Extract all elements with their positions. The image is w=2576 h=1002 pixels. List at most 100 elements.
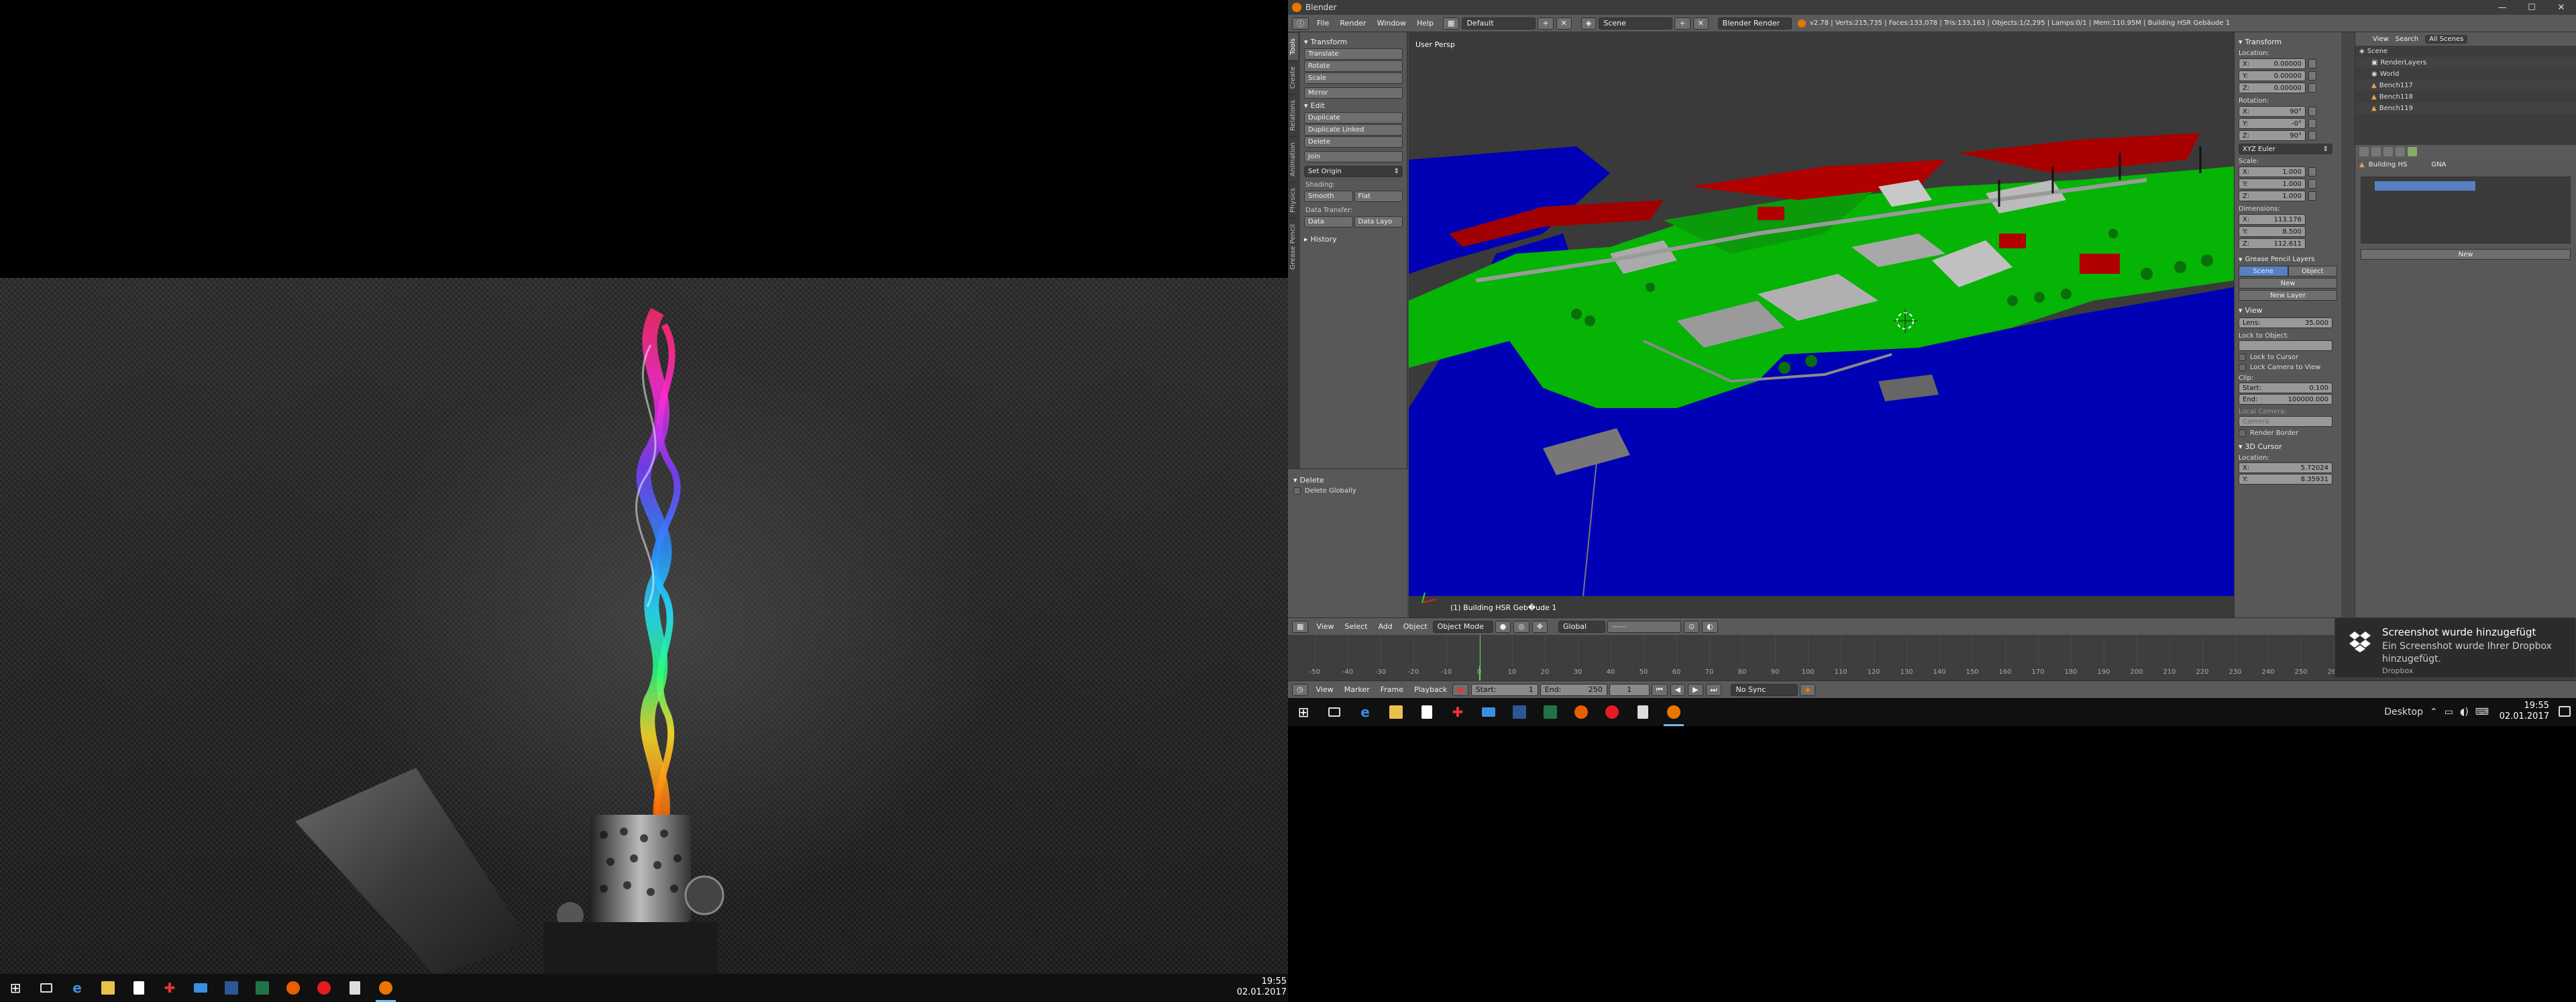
- lock-icon[interactable]: [2308, 83, 2316, 93]
- edge-icon[interactable]: e: [1350, 698, 1381, 726]
- rotation-x-field[interactable]: X: 90°: [2239, 106, 2306, 117]
- join-button[interactable]: Join: [1304, 151, 1403, 162]
- notification-center-icon[interactable]: [2559, 706, 2571, 717]
- lens-field[interactable]: Lens: 35.000: [2239, 317, 2332, 328]
- duplicate-button[interactable]: Duplicate: [1304, 112, 1403, 123]
- opera-icon[interactable]: [309, 974, 339, 1002]
- firefox-icon[interactable]: [1566, 698, 1597, 726]
- manipulator-icon[interactable]: ✥: [1532, 620, 1548, 633]
- menu-help[interactable]: Help: [1411, 19, 1439, 28]
- flat-button[interactable]: Flat: [1354, 191, 1403, 202]
- cursor-y-field[interactable]: Y: 8.35931: [2239, 474, 2332, 485]
- snap-icon[interactable]: ⊙: [1684, 620, 1700, 633]
- 3d-viewport[interactable]: User Persp (1) Building HSR Geb�ude 1: [1409, 32, 2234, 617]
- object-tab-icon[interactable]: [2396, 147, 2405, 156]
- task-view-icon[interactable]: [31, 974, 62, 1002]
- excel-icon[interactable]: [247, 974, 278, 1002]
- rotation-mode-select[interactable]: XYZ Euler ⇕: [2239, 144, 2332, 154]
- firefox-icon[interactable]: [278, 974, 309, 1002]
- dimension-y-field[interactable]: Y: 8.500: [2239, 226, 2306, 237]
- data-layout-button[interactable]: Data Layo: [1354, 216, 1403, 228]
- blender-icon[interactable]: [1658, 698, 1689, 726]
- minimize-icon[interactable]: —: [2487, 0, 2517, 15]
- menu-render[interactable]: Render: [1334, 19, 1371, 28]
- notepad-icon[interactable]: [1627, 698, 1658, 726]
- lock-icon[interactable]: [2308, 71, 2316, 81]
- chevron-up-icon[interactable]: ⌃: [2430, 707, 2438, 717]
- scale-x-field[interactable]: X: 1.000: [2239, 166, 2306, 177]
- dropbox-notification[interactable]: Screenshot wurde hinzugefügt Ein Screens…: [2334, 617, 2576, 678]
- lock-object-field[interactable]: [2239, 340, 2332, 351]
- tab-physics[interactable]: Physics: [1288, 181, 1298, 218]
- lock-icon[interactable]: [2308, 119, 2316, 128]
- layout-remove-button[interactable]: ✕: [1556, 17, 1572, 30]
- menu-view[interactable]: View: [1311, 622, 1339, 631]
- lock-cursor-checkbox[interactable]: Lock to Cursor: [2239, 354, 2337, 361]
- record-icon[interactable]: ●: [1452, 683, 1468, 696]
- render-engine-select[interactable]: Blender Render: [1717, 17, 1792, 30]
- file-explorer-icon[interactable]: [1381, 698, 1411, 726]
- clip-end-field[interactable]: End: 100000.000: [2239, 394, 2332, 405]
- menu-view[interactable]: View: [1311, 685, 1339, 694]
- render-border-checkbox[interactable]: Render Border: [2239, 430, 2337, 437]
- lock-icon[interactable]: [2308, 191, 2316, 201]
- rotate-button[interactable]: Rotate: [1304, 60, 1403, 72]
- editor-type-button[interactable]: ▦: [1292, 620, 1309, 633]
- store-icon[interactable]: [123, 974, 154, 1002]
- history-panel-header[interactable]: ▸ History: [1304, 235, 1403, 244]
- menu-window[interactable]: Window: [1372, 19, 1411, 28]
- keying-icon[interactable]: ◆: [1800, 683, 1815, 696]
- world-tab-icon[interactable]: [2383, 147, 2393, 156]
- location-x-field[interactable]: X: 0.00000: [2239, 58, 2306, 69]
- material-new-button[interactable]: New: [2361, 249, 2571, 260]
- blender-icon[interactable]: [370, 974, 401, 1002]
- current-frame-field[interactable]: 1: [1609, 683, 1650, 696]
- material-tab-icon[interactable]: [2408, 147, 2417, 156]
- shading-icon[interactable]: ●: [1495, 620, 1511, 633]
- rotation-z-field[interactable]: Z: 90°: [2239, 130, 2306, 141]
- word-icon[interactable]: [1504, 698, 1535, 726]
- dimension-x-field[interactable]: X: 113.176: [2239, 214, 2306, 225]
- grease-scene-tab[interactable]: Scene: [2239, 266, 2288, 277]
- outliner-row-object[interactable]: ▲ Bench119: [2355, 103, 2576, 114]
- tab-relations[interactable]: Relations: [1288, 93, 1298, 136]
- outliner-display-select[interactable]: All Scenes: [2425, 34, 2468, 44]
- translate-button[interactable]: Translate: [1304, 48, 1403, 60]
- end-frame-field[interactable]: End: 250: [1540, 683, 1607, 696]
- mail-icon[interactable]: [185, 974, 216, 1002]
- scene-remove-button[interactable]: ✕: [1693, 17, 1709, 30]
- tab-tools[interactable]: Tools: [1288, 32, 1298, 60]
- task-view-icon[interactable]: [1319, 698, 1350, 726]
- outliner-row-object[interactable]: ▲ Bench117: [2355, 80, 2576, 91]
- lock-icon[interactable]: [2308, 131, 2316, 140]
- material-slot-list[interactable]: [2361, 177, 2571, 244]
- view-panel-header[interactable]: ▾ View: [2239, 306, 2337, 315]
- local-camera-field[interactable]: Camera: [2239, 416, 2332, 427]
- file-explorer-icon[interactable]: [93, 974, 123, 1002]
- tab-animation[interactable]: Animation: [1288, 136, 1298, 182]
- set-origin-select[interactable]: Set Origin ⇕: [1304, 166, 1403, 177]
- layers-icon[interactable]: ⋯⋯: [1607, 620, 1682, 633]
- lock-icon[interactable]: [2308, 59, 2316, 68]
- lock-icon[interactable]: [2308, 179, 2316, 189]
- pivot-icon[interactable]: ◎: [1513, 620, 1529, 633]
- lock-icon[interactable]: [2308, 167, 2316, 177]
- render-tab-icon[interactable]: [2359, 147, 2369, 156]
- transform-panel-header[interactable]: ▾ Transform: [1304, 38, 1403, 46]
- network-icon[interactable]: ▭: [2445, 707, 2453, 717]
- outliner-row-scene[interactable]: ◈ Scene: [2355, 46, 2576, 57]
- orientation-select[interactable]: Global: [1558, 620, 1606, 633]
- start-icon[interactable]: ⊞: [0, 974, 31, 1002]
- maximize-icon[interactable]: ☐: [2517, 0, 2546, 15]
- clip-start-field[interactable]: Start: 0.100: [2239, 383, 2332, 393]
- cursor-x-field[interactable]: X: 5.72024: [2239, 462, 2332, 473]
- layout-icon[interactable]: ▦: [1443, 17, 1460, 30]
- layout-field[interactable]: Default: [1462, 17, 1536, 30]
- scale-y-field[interactable]: Y: 1.000: [2239, 179, 2306, 189]
- edge-icon[interactable]: e: [62, 974, 93, 1002]
- menu-object[interactable]: Object: [1398, 622, 1433, 631]
- volume-icon[interactable]: ◖): [2460, 707, 2469, 717]
- mode-select[interactable]: Object Mode: [1432, 620, 1493, 633]
- scale-button[interactable]: Scale: [1304, 72, 1403, 84]
- outliner-view-menu[interactable]: View: [2373, 36, 2389, 43]
